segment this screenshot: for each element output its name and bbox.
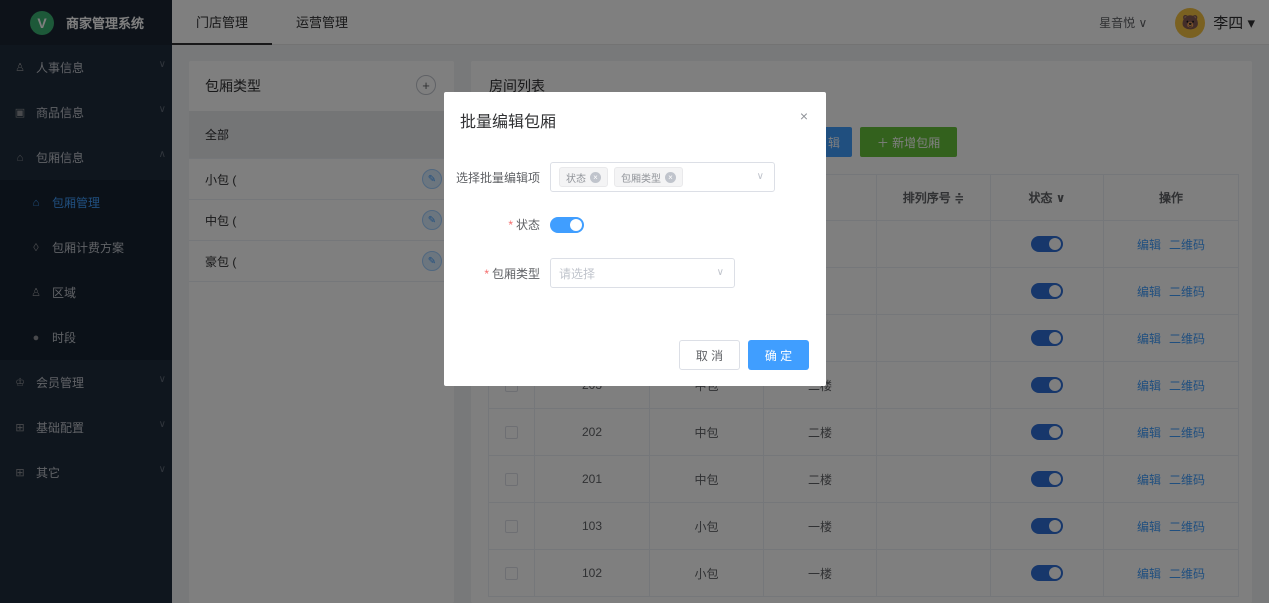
close-icon[interactable]: × <box>800 108 808 124</box>
cancel-button[interactable]: 取 消 <box>679 340 740 370</box>
confirm-button[interactable]: 确 定 <box>748 340 809 370</box>
field-label: * 包厢类型 <box>484 266 540 281</box>
tag: 状态 × <box>559 167 608 187</box>
close-icon[interactable]: × <box>590 171 601 183</box>
chevron-down-icon: ∨ <box>716 267 724 278</box>
edit-items-select[interactable]: 状态 × 包厢类型 × ∨ <box>550 162 775 192</box>
dialog-title: 批量编辑包厢 <box>460 114 557 131</box>
form-row-room-type: * 包厢类型 请选择 ∨ <box>444 258 826 288</box>
form-row-edit-items: 选择批量编辑项 状态 × 包厢类型 × ∨ <box>444 162 826 192</box>
field-label: * 状态 <box>508 218 540 232</box>
form-row-status: * 状态 <box>444 216 826 233</box>
close-icon[interactable]: × <box>665 171 676 183</box>
field-label: 选择批量编辑项 <box>455 170 540 185</box>
select-placeholder: 请选择 <box>559 266 596 281</box>
batch-edit-dialog: 批量编辑包厢 × 选择批量编辑项 状态 × 包厢类型 × ∨ * 状态 * 包厢类型 请… <box>444 92 826 386</box>
chevron-down-icon: ∨ <box>756 171 764 182</box>
room-type-select[interactable]: 请选择 ∨ <box>550 258 735 288</box>
tag: 包厢类型 × <box>614 167 683 187</box>
status-toggle[interactable] <box>550 216 584 233</box>
